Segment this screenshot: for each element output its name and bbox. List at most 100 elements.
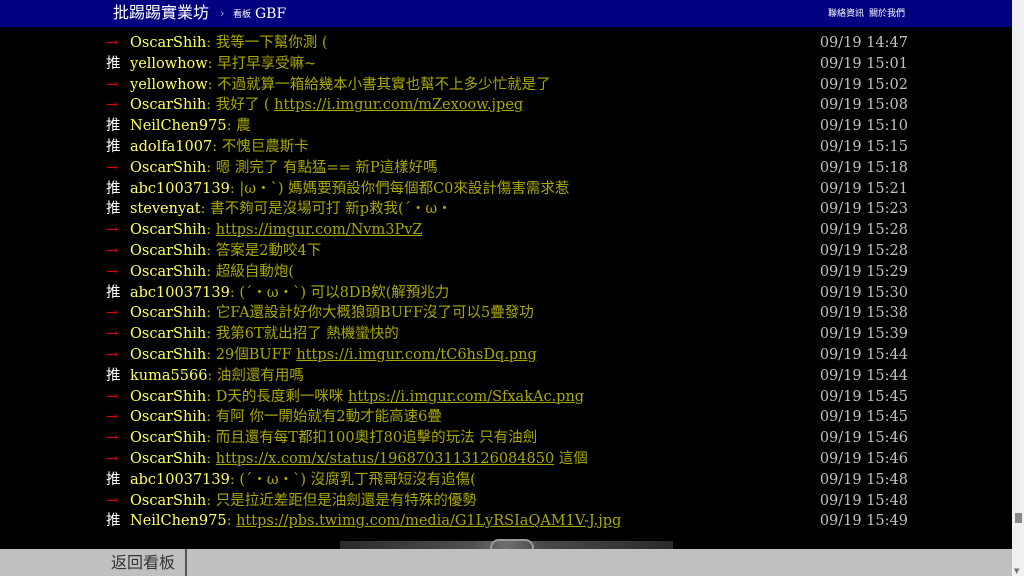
push-userid: OscarShih	[130, 346, 207, 363]
push-datetime: 09/19 15:30	[819, 284, 908, 301]
push-tag: 推	[106, 471, 121, 488]
push-content-link[interactable]: https://pbs.twimg.com/media/G1LyRSIaQAM1…	[236, 513, 621, 529]
push-userid: abc10037139	[130, 471, 230, 488]
push-comment-row: 推 adolfa1007: 不愧巨農斯卡 09/19 15:15	[106, 137, 916, 158]
push-content: (´・ω・`) 可以8DB欸(解預兆力	[239, 285, 449, 301]
push-content: 我等一下幫你測 (	[216, 35, 328, 51]
breadcrumb-separator: ›	[220, 7, 225, 20]
push-colon: :	[206, 222, 216, 239]
push-colon: :	[206, 430, 216, 447]
push-content: 而且還有每T都扣100奧打80追擊的玩法 只有油劍	[216, 430, 537, 446]
push-comment-row: 推 stevenyat: 書不夠可是沒場可打 新p救我(´・ω・ 09/19 15:…	[106, 199, 916, 220]
page-scrollbar[interactable]: ▼	[1012, 0, 1024, 576]
push-content-text: 不愧巨農斯卡	[221, 138, 309, 155]
push-datetime: 09/19 15:28	[819, 242, 908, 259]
push-userid: OscarShih	[130, 430, 207, 447]
push-comment-row: → OscarShih: 有阿 你一開始就有2動才能高速6疊 09/19 15:45	[106, 407, 916, 428]
push-datetime: 09/19 15:23	[819, 201, 908, 218]
push-tag: 推	[106, 201, 121, 218]
push-tag: 推	[106, 513, 121, 530]
push-tag: 推	[106, 118, 121, 135]
board-name-link[interactable]: GBF	[255, 4, 286, 24]
arrow-tag-icon: →	[106, 346, 119, 363]
push-comment-row: → OscarShih: 超級自動炮(09/19 15:29	[106, 262, 916, 283]
push-comment-row: 推 kuma5566: 油劍還有用嗎 09/19 15:44	[106, 366, 916, 387]
site-title-link[interactable]: 批踢踢實業坊	[113, 3, 209, 23]
push-content: 早打早享受嘛~	[217, 56, 316, 72]
push-content: 我好了 ( https://i.imgur.com/mZexoow.jpeg	[216, 97, 523, 113]
push-datetime: 09/19 15:15	[819, 138, 908, 155]
push-userid: kuma5566	[130, 367, 208, 384]
push-content-link[interactable]: https://i.imgur.com/SfxakAc.png	[348, 389, 584, 405]
board-label: 看板	[233, 10, 252, 20]
push-content-text: (´・ω・`) 可以8DB欸(解預兆力	[239, 284, 450, 301]
push-comment-row: → OscarShih: 我好了 ( https://i.imgur.com/mZ…	[106, 95, 916, 116]
push-comment-row: → OscarShih: 嗯 測完了 有點猛== 新P這樣好嗎 09/19 15:1…	[106, 158, 916, 179]
push-colon: :	[206, 409, 216, 426]
push-datetime: 09/19 15:29	[819, 263, 908, 280]
scroll-down-arrow-icon[interactable]: ▼	[1014, 567, 1019, 575]
push-datetime: 09/19 15:49	[819, 513, 908, 530]
push-content: 油劍還有用嗎	[217, 368, 304, 384]
push-datetime: 09/19 15:44	[819, 346, 908, 363]
push-content: 只是拉近差距但是油劍還是有特殊的優勢	[216, 493, 477, 509]
push-comment-row: → OscarShih: 我第6T就出招了 熱機蠻快的 09/19 15:39	[106, 324, 916, 345]
push-content-text: 農	[236, 118, 251, 135]
push-userid: OscarShih	[130, 35, 207, 51]
push-comment-row: 推 abc10037139: |ω・`) 媽媽要預設你們每個都C0來設計傷害需求惹…	[106, 179, 916, 200]
push-comment-row: → OscarShih: D天的長度剩一咪咪 https://i.imgur.co…	[106, 387, 916, 408]
push-colon: :	[200, 201, 211, 218]
push-comment-row: → OscarShih: 答案是2動咬4下 09/19 15:28	[106, 241, 916, 262]
back-to-board-button[interactable]: 返回看板	[101, 549, 187, 576]
push-content: (´・ω・`) 沒腐乳丁飛哥短沒有追傷(	[239, 472, 475, 488]
push-datetime: 09/19 15:46	[819, 430, 908, 447]
push-colon: :	[206, 492, 216, 509]
push-content-text: 嗯 測完了 有點猛== 新P這樣好嗎	[215, 159, 438, 176]
contact-link[interactable]: 聯絡資訊	[828, 8, 864, 20]
push-content-link[interactable]: https://x.com/x/status/19687031131260848…	[216, 451, 554, 467]
push-content: 不愧巨農斯卡	[222, 139, 309, 155]
arrow-tag-icon: →	[106, 242, 119, 259]
push-content: 農	[236, 118, 251, 134]
about-link[interactable]: 關於我們	[869, 8, 905, 20]
push-userid: OscarShih	[130, 388, 207, 405]
push-datetime: 09/19 15:10	[819, 118, 908, 135]
arrow-tag-icon: →	[106, 450, 119, 467]
push-colon: :	[207, 367, 217, 384]
push-colon: :	[207, 76, 218, 93]
push-colon: :	[206, 35, 216, 51]
push-datetime: 09/19 15:02	[819, 76, 908, 93]
arrow-tag-icon: →	[106, 305, 119, 322]
push-userid: yellowhow	[130, 55, 208, 72]
push-userid: OscarShih	[130, 409, 207, 426]
push-comment-row: → OscarShih: 而且還有每T都扣100奧打80追擊的玩法 只有油劍 09/…	[106, 428, 916, 449]
push-comment-row: 推 abc10037139: (´・ω・`) 可以8DB欸(解預兆力 09/19 1…	[106, 283, 916, 304]
push-datetime: 09/19 15:01	[819, 55, 908, 72]
push-userid: OscarShih	[130, 450, 207, 467]
push-content-text: 早打早享受嘛~	[217, 55, 317, 72]
push-datetime: 09/19 14:47	[819, 35, 908, 51]
push-colon: :	[207, 55, 218, 72]
push-content-text: 答案是2動咬4下	[215, 242, 322, 259]
push-colon: :	[206, 159, 216, 176]
push-comment-row: → OscarShih: 29個BUFF https://i.imgur.com/…	[106, 345, 916, 366]
push-colon: :	[226, 513, 237, 530]
push-userid: abc10037139	[130, 284, 230, 301]
push-content: D天的長度剩一咪咪 https://i.imgur.com/SfxakAc.pn…	[216, 389, 584, 405]
arrow-tag-icon: →	[106, 326, 119, 343]
scrollbar-thumb[interactable]	[1015, 513, 1022, 523]
push-colon: :	[206, 450, 216, 467]
push-content-text: |ω・`) 媽媽要預設你們每個都C0來設計傷害需求惹	[239, 180, 570, 197]
push-content: 答案是2動咬4下	[216, 243, 321, 259]
push-colon: :	[206, 326, 216, 343]
push-content-link[interactable]: https://imgur.com/Nvm3PvZ	[216, 222, 423, 238]
push-comment-row: 推 NeilChen975: https://pbs.twimg.com/medi…	[106, 511, 916, 532]
push-content-text: 書不夠可是沒場可打 新p救我(´・ω・	[210, 201, 452, 218]
push-content: |ω・`) 媽媽要預設你們每個都C0來設計傷害需求惹	[239, 181, 569, 197]
push-content-text: 我等一下幫你測 (	[215, 35, 328, 51]
push-tag: 推	[106, 367, 121, 384]
push-userid: OscarShih	[130, 97, 207, 114]
push-content-link[interactable]: https://i.imgur.com/mZexoow.jpeg	[274, 97, 523, 113]
arrow-tag-icon: →	[106, 492, 119, 509]
push-content-link[interactable]: https://i.imgur.com/tC6hsDq.png	[296, 347, 536, 363]
